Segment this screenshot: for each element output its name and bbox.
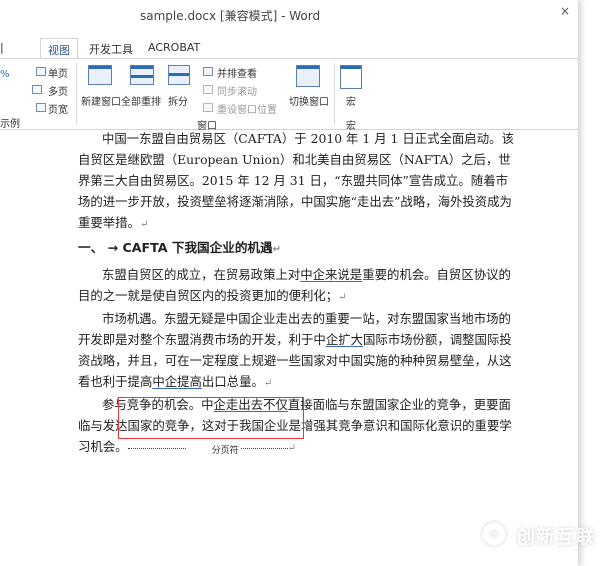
sync-scroll-icon bbox=[203, 85, 213, 94]
new-window-icon bbox=[88, 65, 112, 85]
paragraph-1: 中国一东盟自由贸易区（CAFTA）于 2010 年 1 月 1 日正式全面启动。… bbox=[78, 128, 518, 235]
group-label-partial: 示例 bbox=[0, 119, 20, 130]
sync-scroll-button[interactable]: 同步滚动 bbox=[217, 83, 257, 98]
switch-window-icon bbox=[296, 65, 320, 87]
new-window-button[interactable]: 新建窗口 bbox=[81, 93, 121, 108]
ribbon-view: % 示例 单页 多页 页宽 新建窗口 全部重排 拆分 并排查看 同步滚动 重设窗… bbox=[0, 58, 578, 132]
group-separator bbox=[76, 63, 77, 125]
paragraph-3: 市场机遇。东盟无疑是中国企业走出去的重要一站，对东盟国家当地市场的开发即是对整个… bbox=[78, 308, 518, 394]
one-page-icon bbox=[36, 67, 46, 76]
tab-acrobat[interactable]: ACROBAT bbox=[148, 41, 200, 54]
reset-position-button[interactable]: 重设窗口位置 bbox=[217, 101, 277, 116]
watermark-text: 创新互联 bbox=[516, 526, 597, 548]
tab-partial-edge[interactable]: | bbox=[0, 41, 4, 54]
macros-icon bbox=[340, 65, 362, 89]
p3-underlined-1: 企扩大 bbox=[325, 332, 363, 347]
tab-developer[interactable]: 开发工具 bbox=[89, 41, 133, 57]
arrange-all-icon bbox=[130, 65, 154, 85]
side-by-side-icon bbox=[203, 67, 213, 76]
heading-number: 一、 bbox=[78, 240, 104, 255]
p2-text-a: 东盟自贸区的成立，在贸易政策上对 bbox=[102, 267, 301, 282]
window-title: sample.docx [兼容模式] - Word bbox=[140, 9, 321, 23]
paragraph-mark: ↵ bbox=[287, 443, 296, 454]
highlight-box bbox=[118, 397, 304, 439]
page-width-icon bbox=[36, 103, 46, 112]
watermark: 创新互联 bbox=[478, 518, 614, 558]
word-window: sample.docx [兼容模式] - Word × | 视图 开发工具 AC… bbox=[0, 0, 578, 566]
ribbon-tabs: | 视图 开发工具 ACROBAT bbox=[0, 38, 578, 63]
arrange-all-button[interactable]: 全部重排 bbox=[121, 93, 161, 108]
split-icon bbox=[168, 65, 190, 85]
reset-position-icon bbox=[203, 103, 213, 112]
zoom-pct-icon[interactable]: % bbox=[0, 69, 10, 80]
group-separator bbox=[334, 63, 335, 125]
p3-underlined-2: 中企提高 bbox=[152, 374, 202, 389]
page-width-button[interactable]: 页宽 bbox=[48, 101, 68, 116]
paragraph-2: 东盟自贸区的成立，在贸易政策上对中企来说是重要的机会。自贸区协议的目的之一就是使… bbox=[78, 264, 518, 308]
paragraph-1-text: 中国一东盟自由贸易区（CAFTA）于 2010 年 1 月 1 日正式全面启动。… bbox=[78, 131, 514, 230]
paragraph-mark: ↵ bbox=[263, 378, 273, 389]
heading-1: 一、 → CAFTA 下我国企业的机遇↵ bbox=[78, 237, 518, 260]
split-button[interactable]: 拆分 bbox=[168, 93, 188, 108]
multi-page-icon bbox=[32, 85, 42, 94]
close-icon[interactable]: × bbox=[552, 4, 578, 22]
one-page-button[interactable]: 单页 bbox=[48, 65, 68, 80]
paragraph-mark: ↵ bbox=[338, 292, 347, 303]
switch-window-button[interactable]: 切换窗口 bbox=[289, 93, 329, 108]
multi-page-button[interactable]: 多页 bbox=[48, 83, 68, 98]
paragraph-mark: ↵ bbox=[272, 244, 282, 255]
title-bar: sample.docx [兼容模式] - Word × bbox=[0, 0, 578, 26]
p3-text-c: 出口总量。 bbox=[201, 374, 264, 389]
paragraph-mark: ↵ bbox=[139, 219, 149, 230]
p2-underlined: 中企来说是 bbox=[300, 267, 363, 282]
macros-button[interactable]: 宏 bbox=[346, 93, 356, 108]
page-break-label: 分页符 bbox=[185, 440, 241, 462]
tab-arrow: → bbox=[107, 240, 119, 255]
side-by-side-button[interactable]: 并排查看 bbox=[217, 65, 257, 80]
watermark-logo-icon bbox=[480, 520, 508, 548]
heading-text: CAFTA 下我国企业的机遇 bbox=[122, 240, 273, 255]
page-break[interactable]: 分页符 bbox=[127, 440, 288, 462]
